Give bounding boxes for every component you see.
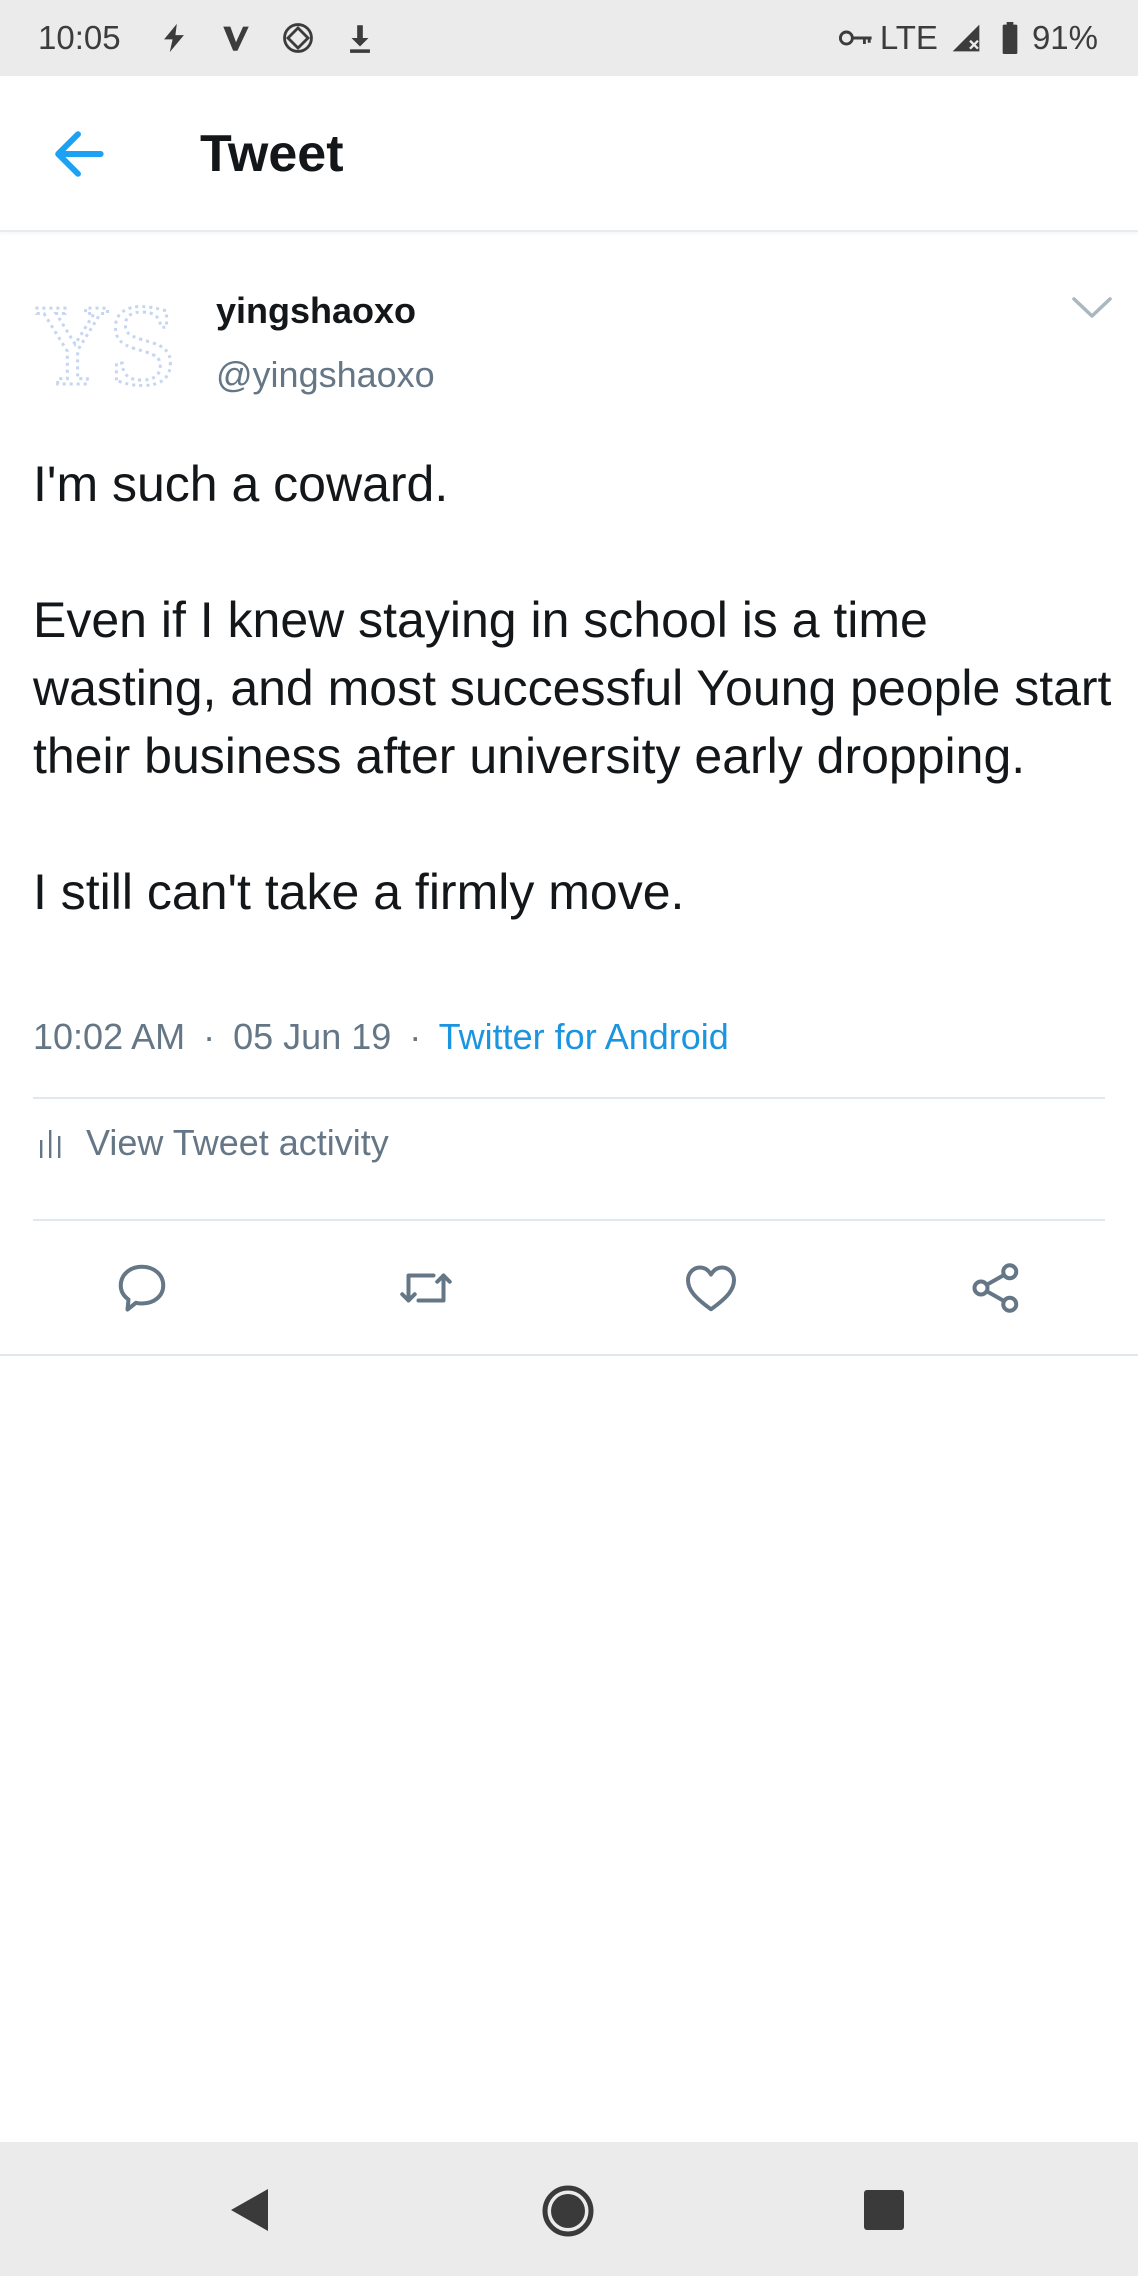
activity-label: View Tweet activity (86, 1122, 389, 1163)
tweet-date: 05 Jun 19 (233, 1016, 392, 1057)
tweet-actions-bar (0, 1252, 1138, 1324)
reply-icon[interactable] (112, 1258, 172, 1318)
tweet-text: I'm such a coward. Even if I knew stayin… (33, 450, 1113, 926)
meta-separator: · (203, 1016, 216, 1057)
battery-level: 91% (1031, 19, 1098, 56)
arrow-left-icon[interactable] (44, 120, 112, 188)
status-bar: 10:05 LTE 91% (0, 0, 1138, 76)
download-icon (349, 25, 370, 53)
like-icon[interactable] (681, 1258, 741, 1318)
tweet-time: 10:02 AM (33, 1016, 186, 1057)
app-header: Tweet (0, 76, 1138, 232)
divider (33, 1219, 1105, 1221)
display-name[interactable]: yingshaoxo (216, 290, 416, 332)
meta-separator: · (409, 1016, 422, 1057)
tweet-source-link[interactable]: Twitter for Android (439, 1016, 729, 1057)
retweet-icon[interactable] (396, 1258, 456, 1318)
tweet-meta: 10:02 AM · 05 Jun 19 · Twitter for Andro… (33, 1016, 729, 1058)
analytics-icon (40, 1130, 61, 1158)
network-type: LTE (879, 19, 938, 56)
divider (0, 1354, 1138, 1356)
status-right: LTE 91% (828, 19, 1098, 57)
status-left: 10:05 (38, 19, 405, 57)
screen-rotate-icon (282, 23, 313, 53)
recents-square-icon[interactable] (862, 2188, 906, 2232)
tweet-paragraph: I'm such a coward. (33, 456, 449, 512)
home-circle-icon[interactable] (541, 2184, 595, 2238)
vpn-v-icon (222, 26, 249, 51)
divider (33, 1097, 1105, 1099)
tweet-detail-screen: 10:05 LTE 91% Tweet YS yingshaoxo @yings… (0, 0, 1138, 2276)
share-icon[interactable] (966, 1258, 1026, 1318)
tweet-paragraph: Even if I knew staying in school is a ti… (33, 592, 1112, 784)
tweet-paragraph: I still can't take a firmly move. (33, 864, 685, 920)
chevron-down-icon[interactable] (1068, 290, 1116, 326)
android-nav-bar (0, 2142, 1138, 2276)
page-title: Tweet (200, 125, 344, 183)
back-triangle-icon[interactable] (228, 2186, 272, 2234)
battery-icon (1002, 22, 1018, 54)
vpn-key-icon (838, 30, 872, 46)
status-time: 10:05 (38, 19, 121, 56)
flash-icon (163, 23, 184, 53)
avatar[interactable]: YS (32, 282, 184, 407)
signal-icon (952, 24, 980, 52)
avatar-initials: YS (36, 287, 178, 406)
view-tweet-activity-button[interactable]: View Tweet activity (38, 1122, 389, 1164)
user-handle: @yingshaoxo (216, 354, 435, 395)
